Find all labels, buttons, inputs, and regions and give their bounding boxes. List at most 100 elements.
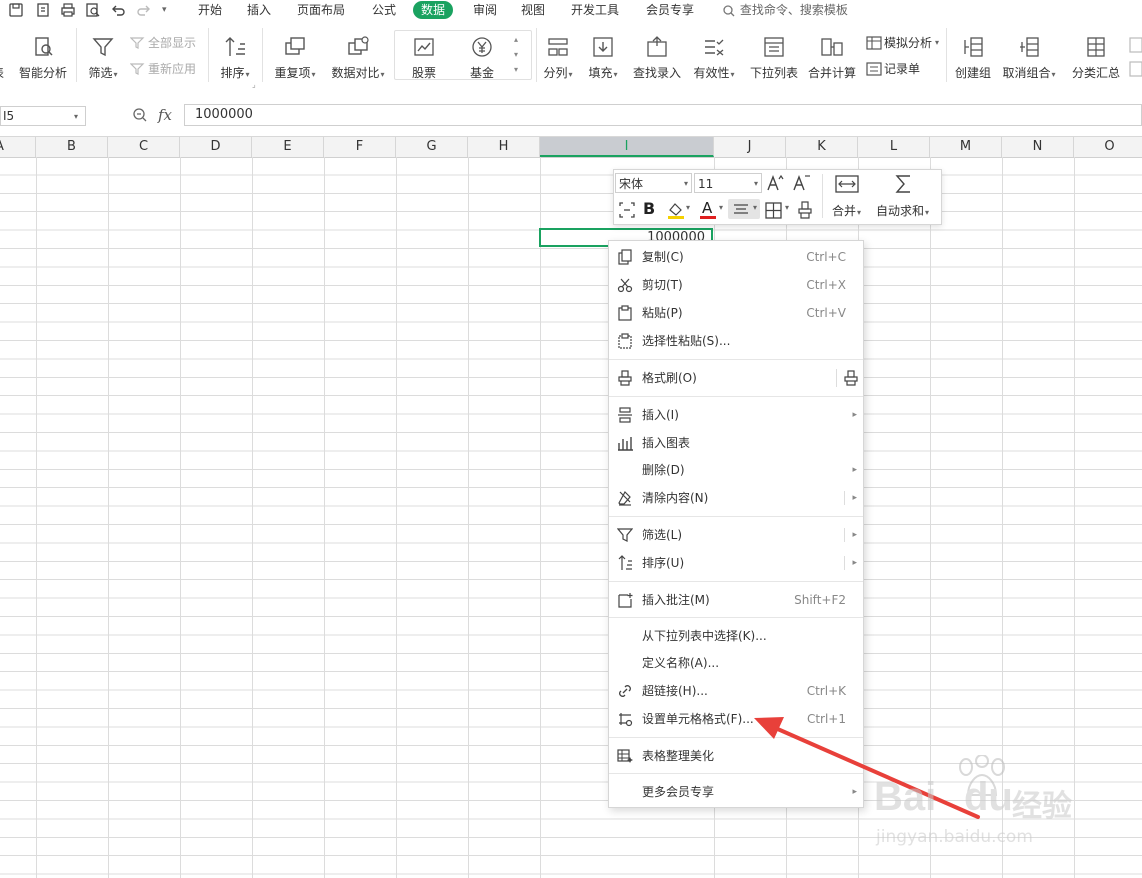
column-header-c[interactable]: C: [108, 137, 180, 157]
funds-button[interactable]: 基金: [462, 34, 502, 81]
fill-color-dropdown-icon[interactable]: ▾: [686, 203, 690, 212]
menu-item-paste-special[interactable]: 选择性粘贴(S)...: [609, 329, 863, 353]
sort-button[interactable]: 排序▾: [216, 34, 254, 81]
print-icon[interactable]: [60, 2, 76, 18]
column-header-j[interactable]: J: [714, 137, 786, 157]
column-header-n[interactable]: N: [1002, 137, 1074, 157]
validity-button[interactable]: 有效性▾: [692, 34, 736, 81]
save-icon[interactable]: [8, 2, 24, 18]
convert-icon[interactable]: [618, 201, 636, 219]
pivot-table-button[interactable]: 表: [0, 34, 6, 81]
ungroup-button[interactable]: 取消组合▾: [1000, 34, 1058, 81]
compare-button[interactable]: 数据对比▾: [328, 34, 388, 81]
menu-separator: [609, 617, 863, 618]
sum-icon[interactable]: [894, 173, 914, 195]
zoom-formula-icon[interactable]: [132, 107, 148, 123]
watermark-url: jingyan.baidu.com: [876, 827, 1033, 847]
column-header-l[interactable]: L: [858, 137, 930, 157]
insert-comment-icon: [617, 592, 633, 608]
merge-button[interactable]: 合并▾: [832, 202, 861, 219]
tab-data[interactable]: 数据: [413, 1, 454, 19]
subtotal-button[interactable]: 分类汇总: [1070, 34, 1122, 81]
create-group-button[interactable]: 创建组: [952, 34, 994, 81]
font-name-select[interactable]: 宋体 ▾: [615, 173, 692, 193]
tab-formulas[interactable]: 公式: [372, 0, 396, 20]
border-dropdown-icon[interactable]: ▾: [785, 203, 789, 212]
menu-item-define-name[interactable]: 定义名称(A)...: [609, 651, 863, 675]
export-pdf-icon[interactable]: [35, 2, 51, 18]
menu-item-delete[interactable]: 删除(D) ▸: [609, 458, 863, 482]
filter-button[interactable]: 筛选▾: [84, 34, 122, 81]
format-painter-icon[interactable]: [796, 200, 814, 220]
menu-item-insert-chart[interactable]: 插入图表: [609, 431, 863, 455]
menu-item-format-painter[interactable]: 格式刷(O): [609, 366, 863, 390]
column-header-o[interactable]: O: [1074, 137, 1142, 157]
menu-item-copy[interactable]: 复制(C) Ctrl+C: [609, 245, 863, 269]
column-header-g[interactable]: G: [396, 137, 468, 157]
insert-function-icon[interactable]: fx: [158, 106, 172, 124]
autosum-button[interactable]: 自动求和▾: [876, 202, 929, 219]
menu-item-cut[interactable]: 剪切(T) Ctrl+X: [609, 273, 863, 297]
menu-item-clear-contents[interactable]: 清除内容(N) ▸: [609, 486, 863, 510]
column-header-i[interactable]: I: [540, 137, 714, 157]
column-header-m[interactable]: M: [930, 137, 1002, 157]
smart-analysis-button[interactable]: 智能分析: [16, 34, 70, 81]
split-button[interactable]: 分列▾: [542, 34, 574, 81]
menu-item-sort[interactable]: 排序(U) ▸: [609, 551, 863, 575]
print-preview-icon[interactable]: [85, 2, 101, 18]
menu-item-insert-comment[interactable]: 插入批注(M) Shift+F2: [609, 588, 863, 612]
menu-item-paste[interactable]: 粘贴(P) Ctrl+V: [609, 301, 863, 325]
column-header-f[interactable]: F: [324, 137, 396, 157]
split-label: 分列: [543, 66, 568, 80]
column-header-k[interactable]: K: [786, 137, 858, 157]
menu-item-pick-from-list[interactable]: 从下拉列表中选择(K)...: [609, 624, 863, 648]
undo-icon[interactable]: [110, 2, 126, 18]
column-header-a[interactable]: A: [0, 137, 36, 157]
tab-view[interactable]: 视图: [521, 0, 545, 20]
show-all-button[interactable]: 全部显示: [130, 34, 196, 51]
bold-button[interactable]: B: [643, 199, 655, 218]
search-box[interactable]: 查找命令、搜索模板: [722, 0, 848, 20]
font-size-select[interactable]: 11 ▾: [694, 173, 762, 193]
record-form-button[interactable]: 记录单: [866, 60, 920, 77]
consolidate-button[interactable]: 合并计算: [806, 34, 858, 81]
border-icon[interactable]: [764, 200, 784, 220]
redo-icon[interactable]: [136, 2, 152, 18]
font-color-dropdown-icon[interactable]: ▾: [719, 203, 723, 212]
name-box-dropdown-icon[interactable]: ▾: [74, 112, 78, 121]
column-header-e[interactable]: E: [252, 137, 324, 157]
menu-item-insert[interactable]: 插入(I) ▸: [609, 403, 863, 427]
merge-label: 合并: [832, 204, 857, 218]
ribbon-overflow-icon[interactable]: [1128, 36, 1142, 92]
tab-page-layout[interactable]: 页面布局: [297, 0, 345, 20]
dropdown-list-button[interactable]: 下拉列表: [748, 34, 800, 81]
align-center-button[interactable]: ▾: [728, 199, 760, 219]
formula-input[interactable]: 1000000: [184, 104, 1142, 126]
format-painter-lock-icon[interactable]: [836, 369, 859, 387]
tab-review[interactable]: 审阅: [473, 0, 497, 20]
menu-item-filter[interactable]: 筛选(L) ▸: [609, 523, 863, 547]
group-expand-icon[interactable]: ⌟: [252, 80, 256, 89]
tab-member[interactable]: 会员专享: [646, 0, 694, 20]
merge-icon[interactable]: [834, 174, 860, 194]
tab-developer[interactable]: 开发工具: [571, 0, 619, 20]
gallery-scroll-icon[interactable]: ▴ ▾ ▾: [514, 32, 518, 77]
decrease-font-icon[interactable]: [792, 174, 812, 192]
fill-color-icon[interactable]: [666, 201, 688, 219]
lookup-entry-button[interactable]: 查找录入: [632, 34, 682, 81]
stocks-button[interactable]: 股票: [404, 34, 444, 81]
customize-quick-access-icon[interactable]: ▾: [162, 2, 178, 18]
menu-item-hyperlink[interactable]: 超链接(H)... Ctrl+K: [609, 679, 863, 703]
tab-insert[interactable]: 插入: [247, 0, 271, 20]
grid-column-line: [252, 157, 253, 878]
column-header-d[interactable]: D: [180, 137, 252, 157]
tab-home[interactable]: 开始: [198, 0, 222, 20]
what-if-button[interactable]: 模拟分析 ▾: [866, 34, 939, 51]
column-header-b[interactable]: B: [36, 137, 108, 157]
increase-font-icon[interactable]: [766, 174, 786, 192]
column-header-h[interactable]: H: [468, 137, 540, 157]
duplicates-button[interactable]: 重复项▾: [270, 34, 320, 81]
fill-button[interactable]: 填充▾: [586, 34, 620, 81]
menu-item-label: 表格整理美化: [642, 749, 715, 763]
reapply-button[interactable]: 重新应用: [130, 60, 196, 77]
